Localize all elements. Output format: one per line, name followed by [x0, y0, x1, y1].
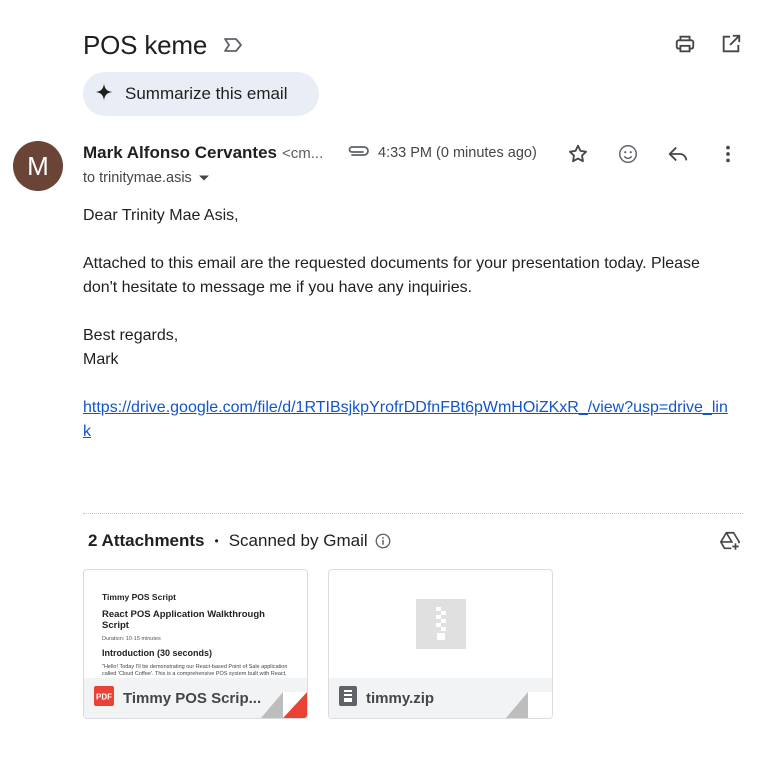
page-fold-icon: [506, 692, 552, 718]
zip-preview: [329, 570, 552, 678]
email-body: Dear Trinity Mae Asis, Attached to this …: [83, 204, 733, 444]
attachment-card-zip[interactable]: timmy.zip: [328, 569, 553, 719]
sparkle-icon: [95, 83, 113, 106]
subject-row: POS keme: [83, 28, 243, 62]
signoff: Best regards,: [83, 327, 179, 344]
preview-duration: Duration: 10-15 minutes: [102, 636, 161, 642]
greeting: Dear Trinity Mae Asis,: [83, 207, 239, 224]
attachments-count: 2 Attachments: [88, 531, 205, 550]
info-icon[interactable]: [374, 532, 392, 550]
separator-dot: •: [214, 534, 219, 548]
important-marker-icon[interactable]: [223, 37, 243, 53]
preview-body: "Hello! Today I'll be demonstrating our …: [102, 664, 288, 677]
body-paragraph: Attached to this email are the requested…: [83, 255, 700, 296]
recipient-label: to trinitymae.asis: [83, 170, 192, 186]
attachment-paperclip-icon: [346, 144, 370, 163]
reply-icon[interactable]: [666, 142, 690, 166]
zip-file-thumbnail-icon: [415, 599, 466, 649]
more-options-icon[interactable]: [716, 142, 740, 166]
sender-name[interactable]: Mark Alfonso Cervantes: [83, 143, 277, 163]
zip-icon: [339, 685, 357, 711]
sender-row: Mark Alfonso Cervantes <cm...: [83, 142, 323, 164]
attachment-name: timmy.zip: [366, 689, 435, 707]
add-all-to-drive-icon[interactable]: [718, 529, 742, 553]
divider: [83, 513, 743, 514]
print-icon[interactable]: [673, 32, 697, 56]
pdf-preview: Timmy POS Script React POS Application W…: [84, 570, 307, 678]
preview-heading: React POS Application Walkthrough Script: [102, 609, 265, 631]
pdf-icon-label: PDF: [96, 692, 112, 701]
recipient-details[interactable]: to trinitymae.asis: [83, 168, 210, 188]
summarize-email-button[interactable]: Summarize this email: [83, 72, 319, 116]
sender-email: <cm...: [281, 144, 324, 162]
emoji-reaction-icon[interactable]: [616, 142, 640, 166]
top-actions: [673, 32, 743, 56]
drive-link[interactable]: https://drive.google.com/file/d/1RTIBsjk…: [83, 399, 728, 440]
attachments-header: 2 Attachments • Scanned by Gmail: [88, 530, 392, 552]
message-meta: 4:33 PM (0 minutes ago): [346, 142, 537, 164]
sender-avatar[interactable]: M: [13, 141, 63, 191]
attachment-card-pdf[interactable]: Timmy POS Script React POS Application W…: [83, 569, 308, 719]
page-fold-pdf-icon: [261, 692, 307, 718]
pdf-icon: PDF: [94, 685, 114, 711]
message-actions: [566, 142, 740, 166]
chevron-down-icon[interactable]: [198, 174, 210, 182]
signature: Mark: [83, 351, 119, 368]
open-in-new-window-icon[interactable]: [719, 32, 743, 56]
email-subject: POS keme: [83, 29, 208, 60]
scanned-label: Scanned by Gmail: [228, 531, 368, 550]
summarize-label: Summarize this email: [125, 84, 288, 103]
star-icon[interactable]: [566, 142, 590, 166]
preview-title: Timmy POS Script: [102, 592, 177, 602]
attachment-name: Timmy POS Scrip...: [123, 689, 262, 707]
preview-section: Introduction (30 seconds): [102, 648, 213, 658]
message-time: 4:33 PM (0 minutes ago): [378, 145, 537, 161]
